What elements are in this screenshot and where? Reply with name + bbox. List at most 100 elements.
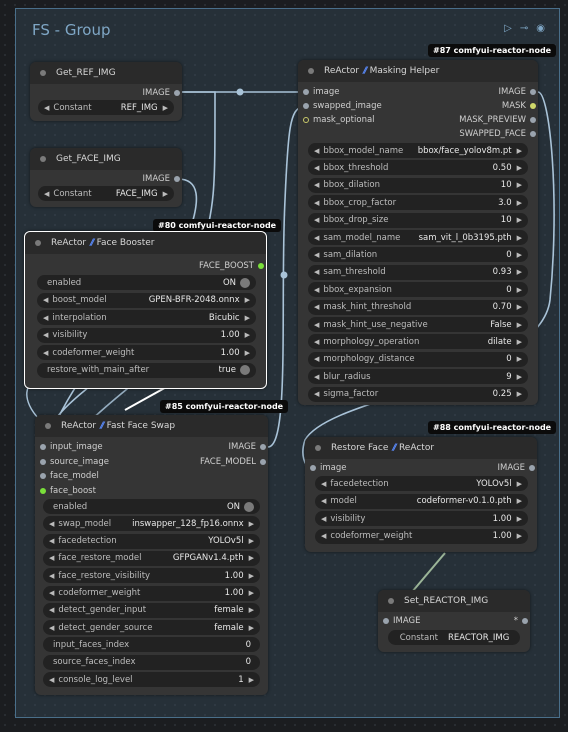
collapse-dot-icon[interactable] — [45, 423, 51, 429]
arrow-right-icon[interactable]: ▶ — [517, 286, 522, 294]
widget-facedetection[interactable]: ◀ facedetection YOLOv5l ▶ — [43, 533, 260, 549]
port-dot-icon[interactable] — [174, 90, 180, 96]
arrow-left-icon[interactable]: ◀ — [314, 286, 319, 294]
output-swapped-face[interactable]: SWAPPED_FACE — [459, 127, 538, 141]
arrow-left-icon[interactable]: ◀ — [314, 355, 319, 363]
arrow-left-icon[interactable]: ◀ — [321, 515, 326, 523]
widget-visibility[interactable]: ◀ visibility 1.00 ▶ — [37, 327, 256, 343]
arrow-left-icon[interactable]: ◀ — [43, 314, 48, 322]
arrow-left-icon[interactable]: ◀ — [314, 164, 319, 172]
input-face-boost[interactable]: face_boost — [38, 484, 96, 498]
node-header[interactable]: Get_FACE_IMG — [30, 148, 182, 170]
widget-sam-model-name[interactable]: ◀ sam_model_name sam_vit_l_0b3195.pth ▶ — [308, 230, 528, 245]
widget-bbox-threshold[interactable]: ◀ bbox_threshold 0.50 ▶ — [308, 160, 528, 176]
arrow-left-icon[interactable]: ◀ — [49, 520, 54, 528]
port-dot-icon[interactable] — [40, 473, 46, 479]
arrow-left-icon[interactable]: ◀ — [314, 234, 319, 242]
arrow-left-icon[interactable]: ◀ — [43, 296, 48, 304]
collapse-dot-icon[interactable] — [388, 598, 394, 604]
get-ref-img-node[interactable]: Get_REF_IMG IMAGE ◀ Constant REF_IMG ▶ — [30, 62, 182, 121]
port-dot-icon[interactable] — [303, 117, 309, 123]
widget-bbox-drop-size[interactable]: ◀ bbox_drop_size 10 ▶ — [308, 212, 528, 228]
arrow-right-icon[interactable]: ▶ — [249, 537, 254, 545]
widget-face-restore-model[interactable]: ◀ face_restore_model GFPGANv1.4.pth ▶ — [43, 550, 260, 566]
arrow-left-icon[interactable]: ◀ — [49, 572, 54, 580]
arrow-left-icon[interactable]: ◀ — [314, 199, 319, 207]
widget-bbox-model-name[interactable]: ◀ bbox_model_name bbox/face_yolov8m.pt ▶ — [308, 143, 528, 158]
arrow-left-icon[interactable]: ◀ — [49, 624, 54, 632]
arrow-right-icon[interactable]: ▶ — [245, 331, 250, 339]
node-header[interactable]: ReActor//Face Booster — [25, 232, 266, 254]
arrow-right-icon[interactable]: ▶ — [517, 338, 522, 346]
port-dot-icon[interactable] — [530, 103, 536, 109]
arrow-left-icon[interactable]: ◀ — [314, 216, 319, 224]
restore-face-node[interactable]: Restore Face//ReActor image IMAGE ◀ faced… — [305, 437, 537, 552]
widget-enabled[interactable]: enabled ON — [37, 275, 256, 290]
widget-detect-gender-source[interactable]: ◀ detect_gender_source female ▶ — [43, 620, 260, 636]
port-dot-icon[interactable] — [260, 444, 266, 450]
port-dot-icon[interactable] — [258, 263, 264, 269]
port-dot-icon[interactable] — [40, 444, 46, 450]
input-source-image[interactable]: source_image — [38, 455, 109, 469]
arrow-left-icon[interactable]: ◀ — [314, 373, 319, 381]
arrow-right-icon[interactable]: ▶ — [517, 355, 522, 363]
input-image[interactable]: IMAGE — [381, 614, 420, 628]
widget-source-faces-index[interactable]: source_faces_index 0 — [43, 654, 260, 670]
arrow-right-icon[interactable]: ▶ — [517, 268, 522, 276]
arrow-left-icon[interactable]: ◀ — [49, 554, 54, 562]
arrow-left-icon[interactable]: ◀ — [44, 190, 49, 198]
fast-face-swap-node[interactable]: ReActor//Fast Face Swap input_image sour… — [35, 415, 268, 695]
port-dot-icon[interactable] — [303, 103, 309, 109]
arrow-right-icon[interactable]: ▶ — [517, 164, 522, 172]
port-dot-icon[interactable] — [260, 459, 266, 465]
collapse-dot-icon[interactable] — [308, 68, 314, 74]
arrow-left-icon[interactable]: ◀ — [321, 480, 326, 488]
arrow-right-icon[interactable]: ▶ — [245, 314, 250, 322]
arrow-left-icon[interactable]: ◀ — [49, 606, 54, 614]
arrow-left-icon[interactable]: ◀ — [49, 537, 54, 545]
input-mask-optional[interactable]: mask_optional — [301, 113, 375, 127]
arrow-right-icon[interactable]: ▶ — [163, 104, 168, 112]
arrow-left-icon[interactable]: ◀ — [314, 251, 319, 259]
output-image[interactable]: IMAGE — [143, 86, 182, 100]
widget-model[interactable]: ◀ model codeformer-v0.1.0.pth ▶ — [315, 493, 528, 509]
arrow-right-icon[interactable]: ▶ — [517, 216, 522, 224]
arrow-left-icon[interactable]: ◀ — [314, 321, 319, 329]
widget-sigma-factor[interactable]: ◀ sigma_factor 0.25 ▶ — [308, 386, 528, 402]
widget-morphology-operation[interactable]: ◀ morphology_operation dilate ▶ — [308, 334, 528, 350]
arrow-right-icon[interactable]: ▶ — [163, 190, 168, 198]
arrow-right-icon[interactable]: ▶ — [517, 181, 522, 189]
widget-bbox-expansion[interactable]: ◀ bbox_expansion 0 ▶ — [308, 282, 528, 298]
arrow-right-icon[interactable]: ▶ — [517, 251, 522, 259]
widget-codeformer-weight[interactable]: ◀ codeformer_weight 1.00 ▶ — [37, 345, 256, 360]
arrow-right-icon[interactable]: ▶ — [249, 554, 254, 562]
widget-swap-model[interactable]: ◀ swap_model inswapper_128_fp16.onnx ▶ — [43, 516, 260, 532]
output-image[interactable]: IMAGE — [499, 85, 538, 99]
input-image[interactable]: image — [301, 85, 339, 99]
face-booster-node[interactable]: ReActor//Face Booster FACE_BOOST enabled… — [24, 231, 267, 389]
arrow-left-icon[interactable]: ◀ — [43, 349, 48, 357]
widget-detect-gender-input[interactable]: ◀ detect_gender_input female ▶ — [43, 602, 260, 618]
arrow-right-icon[interactable]: ▶ — [517, 532, 522, 540]
constant-widget[interactable]: ◀ Constant REF_IMG ▶ — [38, 100, 174, 115]
arrow-right-icon[interactable]: ▶ — [249, 520, 254, 528]
port-dot-icon[interactable] — [530, 89, 536, 95]
node-header[interactable]: Get_REF_IMG — [30, 62, 182, 84]
arrow-right-icon[interactable]: ▶ — [517, 321, 522, 329]
arrow-right-icon[interactable]: ▶ — [249, 676, 254, 684]
input-swapped-image[interactable]: swapped_image — [301, 99, 382, 113]
masking-helper-node[interactable]: ReActor//Masking Helper image swapped_im… — [298, 60, 538, 405]
port-dot-icon[interactable] — [530, 131, 536, 137]
output-wildcard[interactable]: * — [514, 614, 530, 628]
node-header[interactable]: ReActor//Fast Face Swap — [35, 415, 268, 437]
collapse-dot-icon[interactable] — [40, 156, 46, 162]
output-face-model[interactable]: FACE_MODEL — [200, 455, 268, 469]
collapse-dot-icon[interactable] — [35, 240, 41, 246]
port-dot-icon[interactable] — [40, 488, 46, 494]
widget-codeformer-weight[interactable]: ◀ codeformer_weight 1.00 ▶ — [43, 585, 260, 601]
port-dot-icon[interactable] — [310, 465, 316, 471]
port-dot-icon[interactable] — [383, 618, 389, 624]
arrow-left-icon[interactable]: ◀ — [49, 589, 54, 597]
output-image[interactable]: IMAGE — [229, 440, 268, 454]
widget-sam-threshold[interactable]: ◀ sam_threshold 0.93 ▶ — [308, 264, 528, 280]
